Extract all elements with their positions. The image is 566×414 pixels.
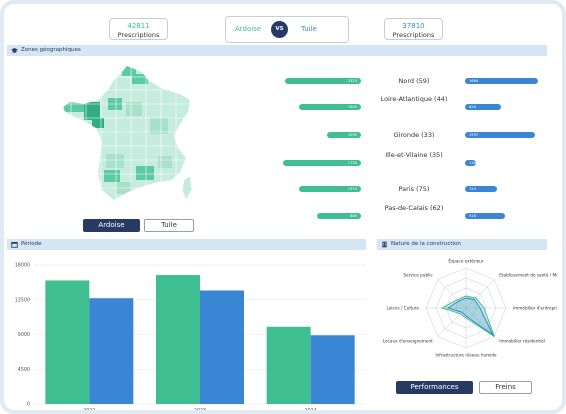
ardoise-rank-bar[interactable]: 1370 [299, 186, 361, 192]
x-tick-label: 2023 [194, 408, 206, 414]
dashboard-frame: 42811 Prescriptions Ardoise VS Tuile 378… [0, 0, 566, 414]
radar-axis-label: Loisirs / Culture [386, 306, 419, 311]
department-label: Gironde (33) [393, 131, 435, 139]
calendar-icon [11, 241, 18, 248]
y-tick-label: 0 [27, 402, 30, 408]
tuile-rank-bar[interactable]: 118 [465, 160, 476, 166]
radar-toggle-performances[interactable]: Performances [396, 381, 473, 394]
ardoise-prescriptions-label: Prescriptions [117, 31, 160, 39]
tuile-rank-value: 828 [469, 105, 476, 109]
department-label: Paris (75) [398, 185, 430, 193]
compare-left-label[interactable]: Ardoise [235, 25, 261, 33]
periode-section-title: Période [21, 241, 42, 247]
tuile-rank-bar[interactable]: 1664 [465, 78, 538, 84]
tuile-rank-value: 1664 [469, 79, 479, 83]
period-bar-chart: 0 4500 9000 13500 18000 2022 2023 2024 [15, 263, 366, 414]
period-bar [89, 298, 134, 404]
department-label: Ille-et-Vilaine (35) [385, 151, 443, 159]
compare-right-label[interactable]: Tuile [301, 25, 317, 33]
nature-section-header: Nature de la construction [377, 239, 547, 250]
zones-section-title: Zones géographiques [21, 47, 81, 53]
y-tick-label: 13500 [15, 297, 30, 303]
corsica-region[interactable] [181, 175, 193, 201]
ardoise-prescriptions-card: 42811 Prescriptions [109, 18, 168, 40]
period-bar [45, 280, 90, 404]
tuile-rank-bar[interactable]: 916 [465, 213, 505, 219]
department-label: Nord (59) [398, 77, 430, 85]
ardoise-rank-value: 1905 [347, 105, 357, 109]
graduation-cap-icon [11, 48, 18, 53]
ardoise-rank-value: 1035 [347, 133, 357, 137]
period-bar [266, 326, 311, 404]
compare-selector[interactable]: Ardoise VS Tuile [225, 16, 349, 43]
building-icon [382, 241, 387, 248]
ardoise-rank-bar[interactable]: 2323 [285, 78, 361, 84]
tuile-rank-value: 118 [469, 161, 476, 165]
x-tick-label: 2022 [83, 408, 95, 414]
zones-section-header: Zones géographiques [7, 45, 547, 56]
tuile-rank-value: 724 [469, 187, 476, 191]
period-bar [156, 275, 200, 404]
tuile-prescriptions-card: 37810 Prescriptions [384, 18, 443, 40]
tuile-rank-bar[interactable]: 828 [465, 104, 501, 110]
y-tick-label: 4500 [18, 367, 30, 373]
france-map[interactable] [56, 62, 206, 212]
radar-axis-label: Infrastructure réseau humide [435, 353, 497, 358]
tuile-prescriptions-count: 37810 [402, 22, 425, 30]
y-tick-label: 18000 [15, 263, 30, 269]
radar-axis-label: Etablissement de santé / Médic... [499, 272, 557, 277]
periode-section-header: Période [7, 239, 366, 250]
period-bar [310, 335, 355, 404]
radar-axis-label: Espace extérieur [448, 259, 484, 264]
radar-axis-label: Immobilier d'entreprise [513, 306, 557, 311]
nature-section-title: Nature de la construction [391, 241, 461, 247]
ardoise-prescriptions-count: 42811 [127, 22, 150, 30]
period-bar [200, 290, 244, 404]
radar-axis-label: Service public [403, 272, 433, 277]
map-toggle-tuile[interactable]: Tuile [144, 219, 194, 232]
department-label: Loire-Atlantique (44) [380, 95, 448, 103]
y-tick-label: 9000 [18, 332, 30, 338]
ardoise-rank-bar[interactable]: 1035 [327, 132, 361, 138]
ardoise-rank-value: 1730 [347, 161, 357, 165]
tuile-rank-value: 1597 [469, 133, 479, 137]
ardoise-rank-value: 885 [350, 214, 357, 218]
radar-toggle-freins[interactable]: Freins [479, 381, 532, 394]
ardoise-rank-bar[interactable]: 885 [317, 213, 361, 219]
x-tick-label: 2024 [305, 408, 317, 414]
ardoise-rank-value: 2323 [347, 79, 357, 83]
map-toggle-ardoise[interactable]: Ardoise [83, 219, 140, 232]
tuile-rank-value: 916 [469, 214, 476, 218]
tuile-rank-bar[interactable]: 1597 [465, 132, 535, 138]
radar-axis-label: Immobilier résidentiel [499, 339, 545, 344]
department-label: Pas-de-Calais (62) [384, 204, 444, 212]
ardoise-rank-bar[interactable]: 1730 [283, 160, 361, 166]
ardoise-rank-value: 1370 [347, 187, 357, 191]
tuile-prescriptions-label: Prescriptions [392, 31, 435, 39]
ardoise-rank-bar[interactable]: 1905 [299, 104, 361, 110]
tuile-rank-bar[interactable]: 724 [465, 186, 497, 192]
construction-radar-chart: Espace extérieur Etablissement de santé /… [383, 259, 557, 358]
vs-badge: VS [271, 21, 288, 38]
radar-axis-label: Locaux d'enseignement [383, 339, 433, 344]
